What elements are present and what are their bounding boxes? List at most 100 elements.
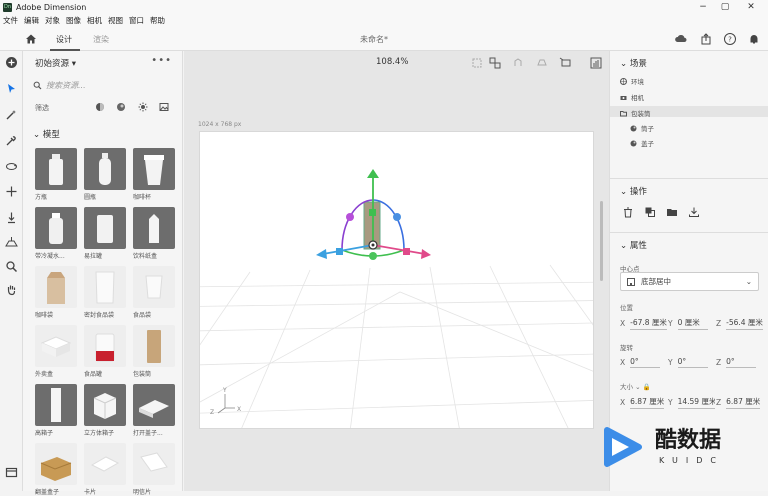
rotation-z-field[interactable]: Z 0° [716,357,757,368]
tab-design[interactable]: 设计 [56,34,72,45]
eyedropper-icon[interactable] [5,134,18,147]
position-label: 位置 [620,304,633,312]
size-y-field[interactable]: Y 14.59 厘米 [668,396,715,409]
asset-packaging-tube[interactable]: 包装筒 [133,325,175,378]
size-x-field[interactable]: X 6.87 厘米 [620,396,667,409]
magic-wand-icon[interactable] [5,108,18,121]
select-tool-icon[interactable] [5,82,18,95]
add-icon[interactable] [5,56,18,69]
move-y-arrow[interactable] [367,169,379,178]
move-z-arrow[interactable] [316,249,327,259]
properties-header[interactable]: ⌄ 属性 [620,239,647,251]
rotate-x-handle[interactable] [346,213,354,221]
menu-object[interactable]: 对象 [45,15,60,26]
asset-postcard[interactable]: 明信片 [133,443,175,496]
filter-materials-icon[interactable] [95,102,105,112]
menu-camera[interactable]: 相机 [87,15,102,26]
scene-header[interactable]: ⌄ 场景 [620,57,647,69]
filter-models-icon[interactable] [116,102,126,112]
assets-title[interactable]: 初始资源 ▾ [35,57,76,69]
filter-lights-icon[interactable] [138,102,148,112]
scene-item-camera[interactable]: 相机 [620,92,644,102]
asset-card[interactable]: 卡片 [84,443,126,496]
tab-render[interactable]: 渲染 [93,34,109,45]
asset-round-bottle[interactable]: 圆瓶 [84,148,126,201]
asset-flip-box[interactable]: 翻盖盒子 [35,443,77,496]
menu-file[interactable]: 文件 [3,15,18,26]
move-tool-icon[interactable] [5,185,18,198]
export-icon[interactable] [688,206,700,218]
zoom-fit-icon[interactable] [470,56,484,70]
menu-window[interactable]: 窗口 [129,15,144,26]
position-x-field[interactable]: X -67.8 厘米 [620,317,667,330]
asset-can[interactable]: 易拉罐 [84,207,126,260]
asset-square-bottle[interactable]: 方瓶 [35,148,77,201]
maximize-button[interactable]: ▢ [712,0,738,14]
asset-condensation-bottle[interactable]: 带冷凝水... [35,207,77,260]
search-input[interactable]: 搜索资源... [33,79,173,91]
rotation-label: 旋转 [620,344,633,352]
asset-food-jar[interactable]: 食品罐 [84,325,126,378]
rotate-y-handle[interactable] [369,252,377,260]
asset-food-bag[interactable]: 食品袋 [133,266,175,319]
close-button[interactable]: ✕ [738,0,764,14]
orbit-tool-icon[interactable] [5,160,18,173]
camera-pan-icon[interactable] [535,56,549,70]
models-section-header[interactable]: ⌄ 模型 [33,128,60,140]
rotate-z-handle[interactable] [393,213,401,221]
asset-open-lid-box[interactable]: 打开盖子... [133,384,175,437]
center-point-dropdown[interactable]: 底部居中 ⌄ [620,272,759,291]
scale-y-handle[interactable] [369,209,376,216]
asset-tall-box[interactable]: 高箱子 [35,384,77,437]
asset-panel-toggle-icon[interactable] [5,466,18,479]
actions-header[interactable]: ⌄ 操作 [620,185,647,197]
scene-item-lid[interactable]: 盖子 [630,138,654,148]
filter-label: 筛选 [35,104,49,112]
asset-coffee-bag[interactable]: 咖啡袋 [35,266,77,319]
move-x-arrow[interactable] [421,249,431,259]
rotation-y-field[interactable]: Y 0° [668,357,708,368]
duplicate-icon[interactable] [644,206,656,218]
align-icon[interactable] [488,56,502,70]
drop-to-ground-icon[interactable] [5,211,18,224]
hand-tool-icon[interactable] [5,283,18,296]
home-icon[interactable] [24,32,38,46]
canvas[interactable]: Y Z X [199,131,594,429]
menu-help[interactable]: 帮助 [150,15,165,26]
tool-strip [0,51,23,491]
help-icon[interactable]: ? [723,32,737,46]
scene-item-environment[interactable]: 环境 [620,76,644,86]
scale-x-handle[interactable] [403,248,410,255]
render-preview-icon[interactable] [589,56,603,70]
menu-edit[interactable]: 编辑 [24,15,39,26]
asset-takeout-box[interactable]: 外卖盒 [35,325,77,378]
size-z-field[interactable]: Z 6.87 厘米 [716,396,766,409]
share-icon[interactable] [699,32,713,46]
asset-coffee-cup[interactable]: 咖啡杯 [133,148,175,201]
menu-image[interactable]: 图像 [66,15,81,26]
cloud-sync-icon[interactable] [674,32,688,46]
scene-item-packaging-tube[interactable]: 包装筒 [620,108,651,118]
canvas-scrollbar[interactable] [600,201,603,281]
position-z-field[interactable]: Z -56.4 厘米 [716,317,766,330]
zoom-icon[interactable] [5,260,18,273]
camera-dolly-icon[interactable] [559,56,573,70]
more-options-icon[interactable]: ••• [151,55,172,66]
position-y-field[interactable]: Y0 厘米 [668,317,708,330]
notifications-icon[interactable] [747,32,761,46]
asset-cube-box[interactable]: 立方体箱子 [84,384,126,437]
scale-z-handle[interactable] [336,248,343,255]
asset-drink-carton[interactable]: 饮料纸盒 [133,207,175,260]
menu-view[interactable]: 视图 [108,15,123,26]
zoom-level[interactable]: 108.4% [376,57,408,67]
camera-orbit-icon[interactable] [511,56,525,70]
delete-icon[interactable] [622,206,634,218]
filter-images-icon[interactable] [159,102,169,112]
rotation-x-field[interactable]: X 0° [620,357,661,368]
asset-sealed-food-bag[interactable]: 密封食品袋 [84,266,126,319]
scene-item-tube-body[interactable]: 筒子 [630,123,654,133]
viewport-scene[interactable]: Y Z X [200,132,594,429]
group-icon[interactable] [666,206,678,218]
move-x-axis[interactable] [372,244,426,255]
horizon-tool-icon[interactable] [5,236,18,249]
